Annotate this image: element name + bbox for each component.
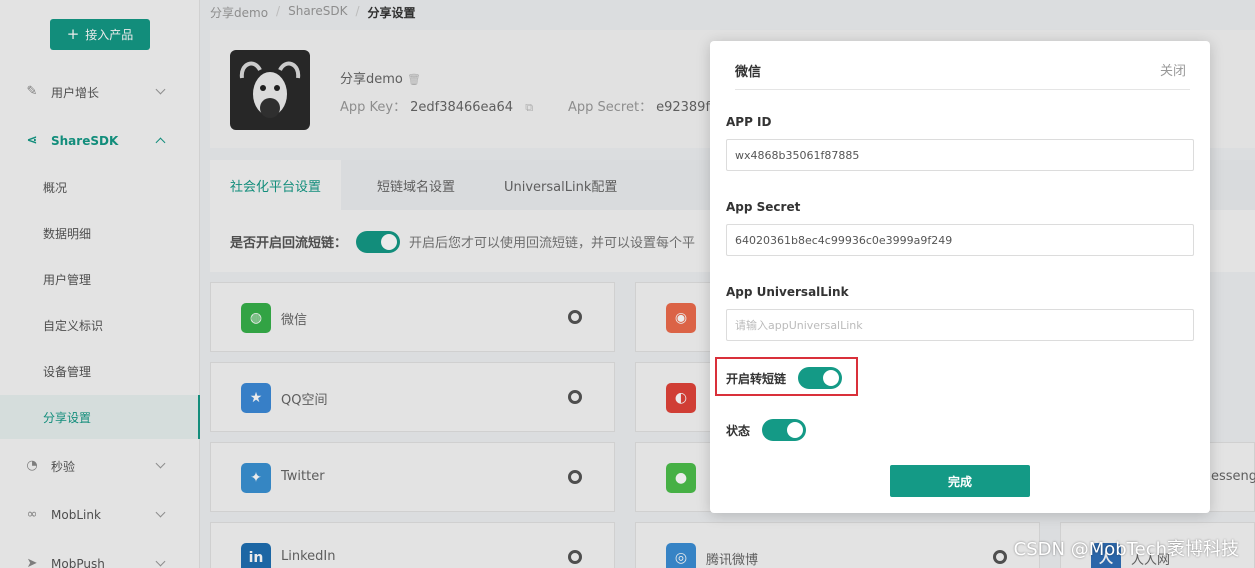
close-button[interactable]: 关闭 — [1160, 60, 1186, 79]
dialog-title: 微信 — [735, 65, 762, 80]
universal-link-label: App UniversalLink — [726, 285, 849, 299]
app-secret-input[interactable] — [726, 224, 1194, 256]
universal-link-input[interactable] — [726, 309, 1194, 341]
short-link-label: 开启转短链 — [726, 372, 787, 386]
wechat-config-dialog: 微信 关闭 APP ID App Secret App UniversalLin… — [710, 41, 1210, 513]
done-button[interactable]: 完成 — [890, 465, 1030, 497]
status-label: 状态 — [726, 424, 751, 438]
app-id-label: APP ID — [726, 115, 772, 129]
app-secret-label: App Secret — [726, 200, 801, 214]
app-id-input[interactable] — [726, 139, 1194, 171]
divider — [735, 89, 1190, 90]
status-toggle[interactable] — [762, 419, 806, 441]
short-link-toggle[interactable] — [798, 367, 842, 389]
watermark: CSDN @MobTech袤博科技 — [1013, 539, 1239, 560]
